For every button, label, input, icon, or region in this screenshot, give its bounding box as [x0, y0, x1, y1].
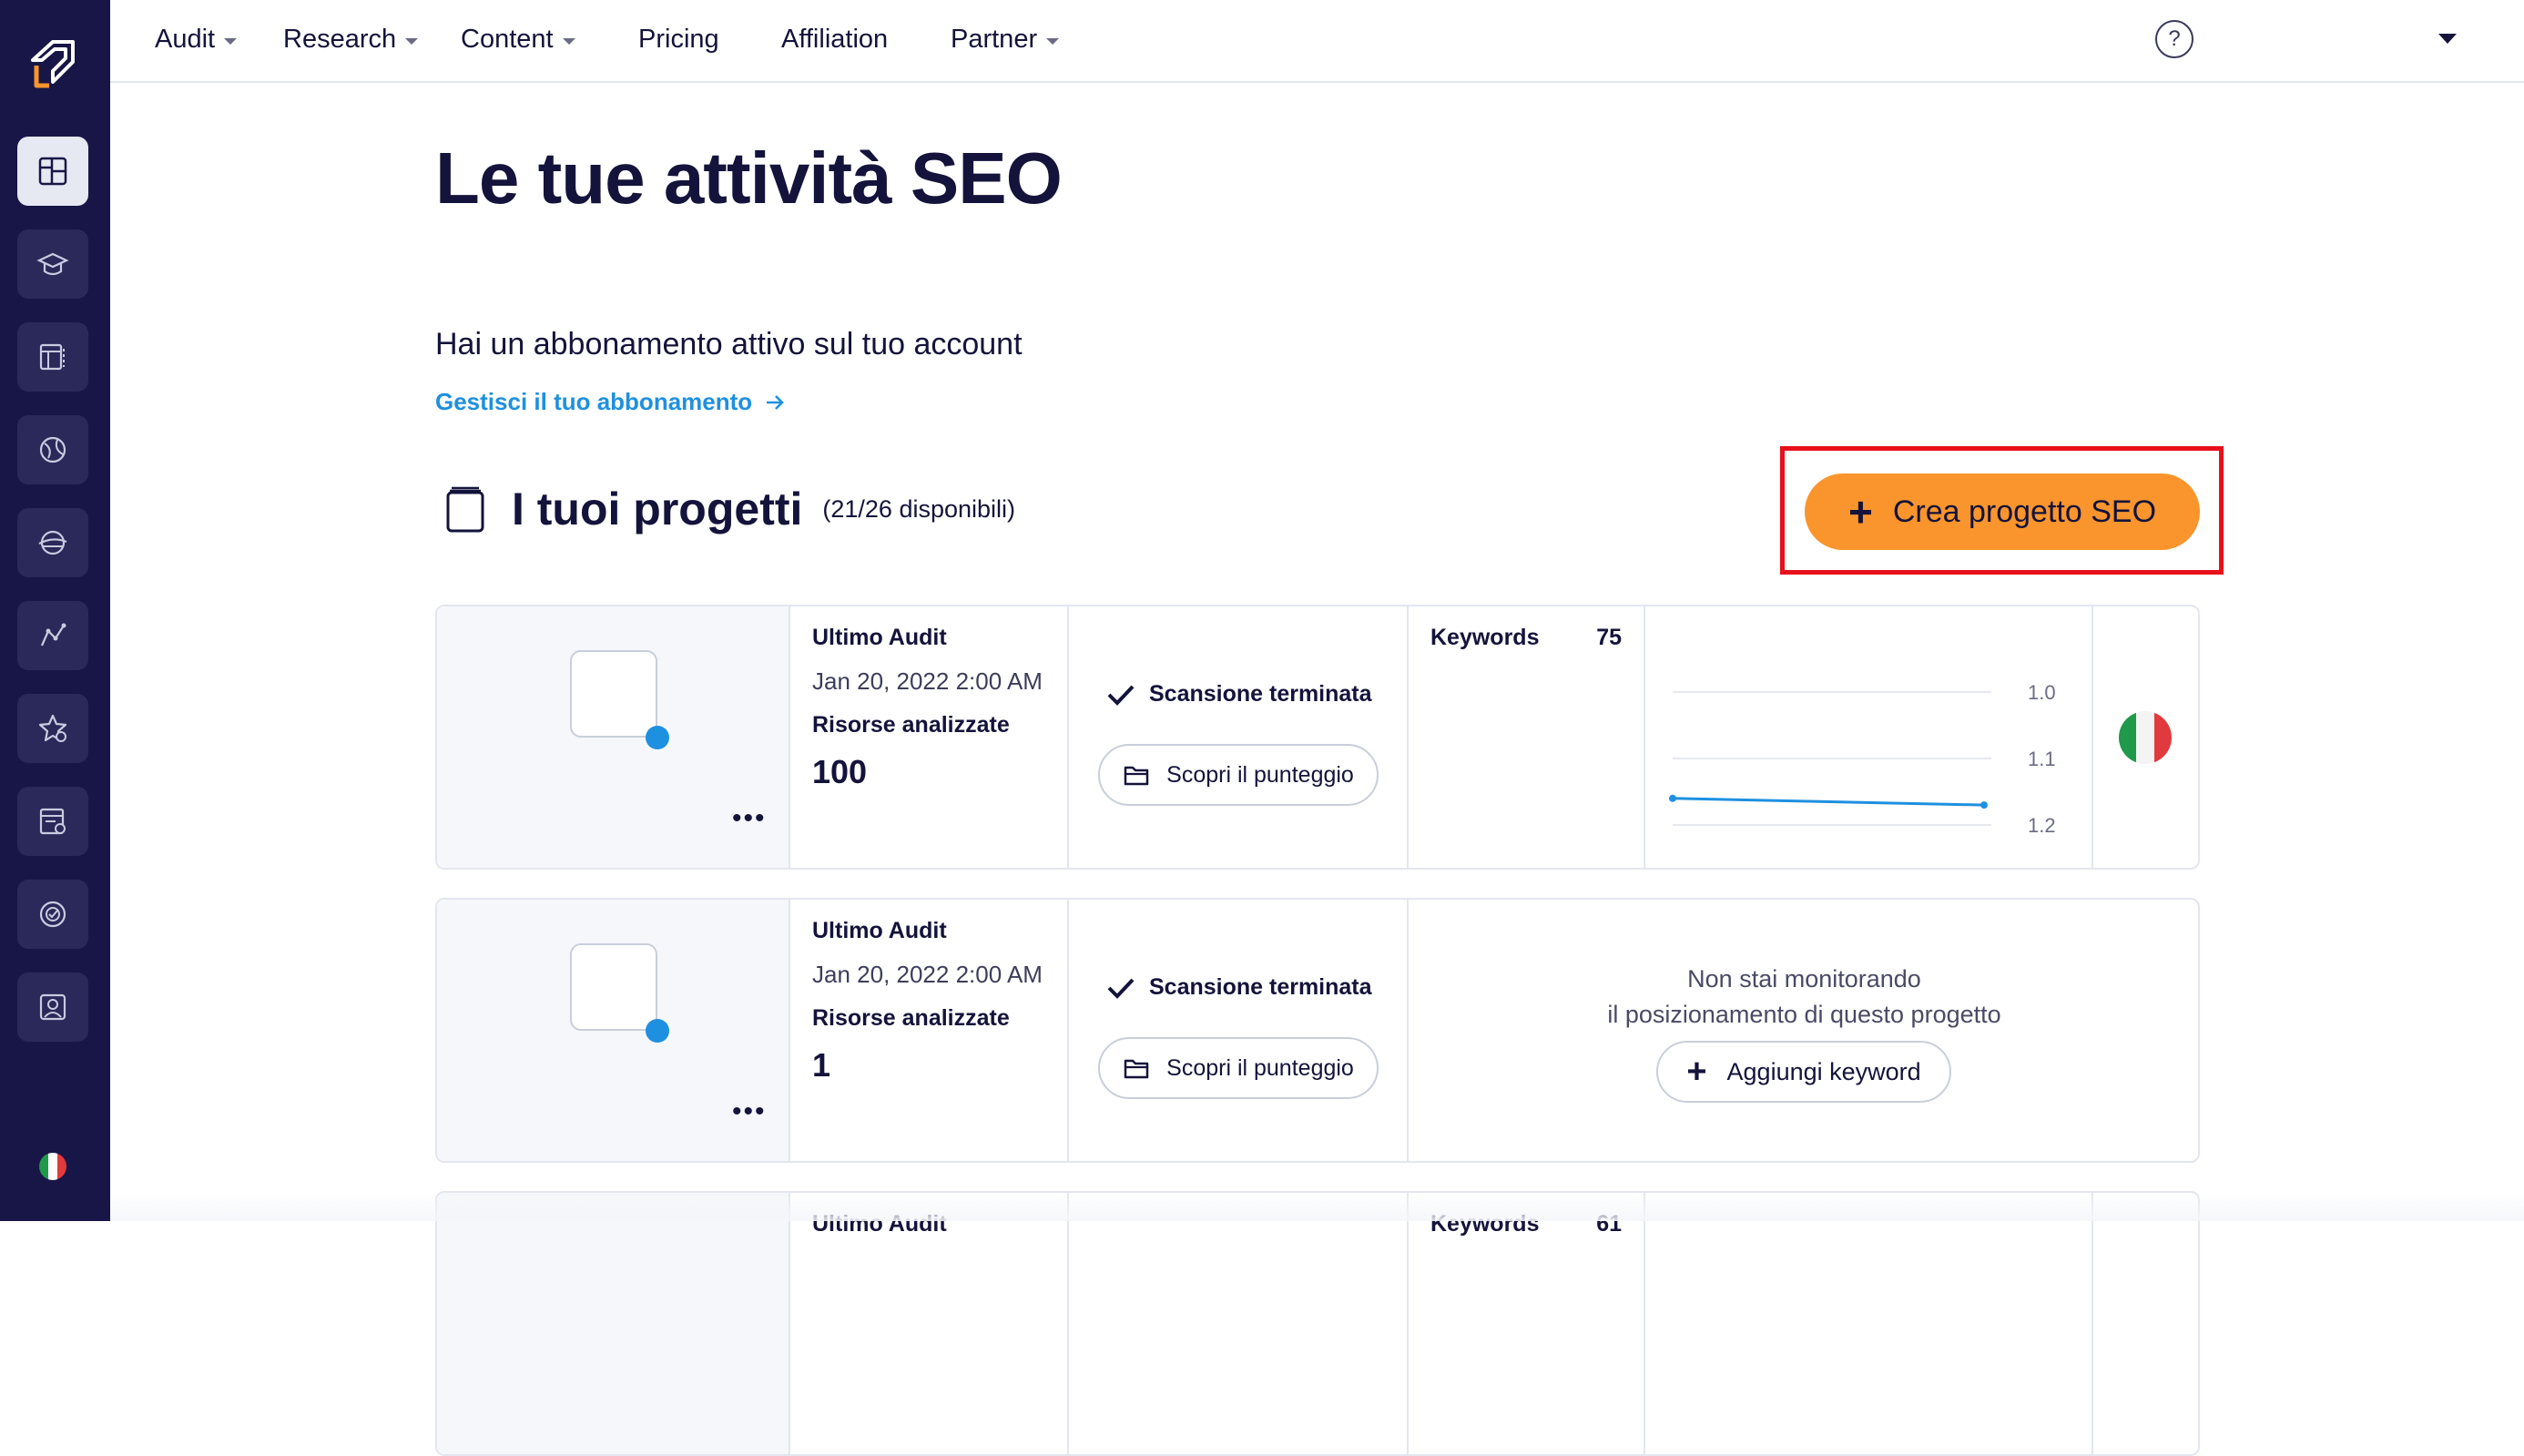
italian-flag-icon	[2119, 711, 2172, 764]
checkmark-icon	[1107, 685, 1135, 706]
audit-info-cell: Ultimo Audit	[790, 1193, 1069, 1454]
subscription-status-text: Hai un abbonamento attivo sul tuo accoun…	[435, 327, 1023, 361]
nav-research[interactable]: Research	[283, 25, 419, 55]
sidebar-education-icon[interactable]	[17, 229, 88, 299]
projects-header: I tuoi progetti (21/26 disponibili)	[443, 483, 1015, 535]
ranking-chart	[1645, 1193, 2093, 1454]
sidebar	[0, 0, 110, 1221]
chevron-down-icon	[405, 37, 419, 45]
folder-icon	[1124, 766, 1149, 786]
chart-y-tick-label: 1.2	[2028, 814, 2056, 837]
project-thumbnail-cell[interactable]: •••	[437, 606, 790, 868]
discover-score-button[interactable]: Scopri il punteggio	[1098, 1037, 1379, 1099]
nav-affiliation[interactable]: Affiliation	[781, 25, 888, 55]
chart-y-tick-label: 1.0	[2028, 681, 2056, 704]
audit-info-cell: Ultimo Audit Jan 20, 2022 2:00 AM Risors…	[790, 900, 1069, 1161]
chart-point	[1669, 794, 1676, 802]
ranking-line	[1672, 797, 1985, 807]
create-seo-project-button[interactable]: + Crea progetto SEO	[1805, 473, 2200, 550]
no-monitoring-message: Non stai monitorando il posizionamento d…	[1607, 965, 2001, 1028]
project-thumbnail-cell[interactable]	[437, 1193, 790, 1454]
chart-point	[1980, 801, 1988, 809]
italian-flag-icon[interactable]	[39, 1153, 66, 1180]
more-options-icon[interactable]: •••	[732, 805, 767, 832]
sidebar-content-planet-icon[interactable]	[17, 508, 88, 577]
nav-partner[interactable]: Partner	[951, 25, 1060, 55]
nav-audit[interactable]: Audit	[155, 25, 238, 55]
user-menu-chevron-icon[interactable]	[2438, 34, 2457, 44]
sidebar-audit-table-icon[interactable]	[17, 322, 88, 392]
audit-date: Jan 20, 2022 2:00 AM	[812, 667, 1043, 695]
sidebar-favorite-star-icon[interactable]	[17, 694, 88, 763]
projects-title: I tuoi progetti	[512, 484, 803, 535]
keywords-count: 75	[1596, 625, 1622, 650]
projects-stack-icon	[446, 486, 484, 533]
country-cell	[2093, 606, 2200, 868]
audit-date: Jan 20, 2022 2:00 AM	[812, 961, 1043, 988]
page-title: Le tue attività SEO	[435, 137, 1063, 219]
chevron-down-icon	[1046, 37, 1060, 45]
sidebar-profile-icon[interactable]	[17, 972, 88, 1042]
folder-icon	[1124, 1059, 1149, 1079]
chevron-down-icon	[562, 37, 575, 45]
add-keyword-button[interactable]: + Aggiungi keyword	[1656, 1041, 1951, 1103]
project-thumbnail	[570, 943, 657, 1031]
status-dot	[646, 726, 669, 749]
sidebar-research-globe-icon[interactable]	[17, 415, 88, 484]
plus-icon: +	[1847, 488, 1873, 535]
ranking-chart: 1.0 1.1 1.2	[1645, 606, 2093, 868]
chart-y-tick-label: 1.1	[2028, 748, 2056, 770]
plus-icon: +	[1686, 1053, 1707, 1091]
country-cell	[2093, 1193, 2200, 1454]
nav-pricing[interactable]: Pricing	[638, 25, 719, 55]
sidebar-reports-icon[interactable]	[17, 787, 88, 856]
checkmark-icon	[1107, 978, 1135, 999]
no-monitoring-cell: Non stai monitorando il posizionamento d…	[1409, 900, 2200, 1161]
scan-cell	[1069, 1193, 1409, 1454]
resources-count: 1	[812, 1046, 831, 1084]
chevron-down-icon	[224, 37, 238, 45]
project-card: ••• Ultimo Audit Jan 20, 2022 2:00 AM Ri…	[435, 898, 2200, 1163]
status-dot	[646, 1019, 669, 1043]
app-logo-icon[interactable]	[25, 35, 80, 93]
scroll-fade	[110, 1193, 2524, 1221]
project-card: Ultimo Audit Keywords 61	[435, 1191, 2200, 1456]
scan-status: Scansione terminata	[1105, 681, 1372, 708]
keywords-cell: Keywords 75	[1409, 606, 1645, 868]
scan-cell: Scansione terminata Scopri il punteggio	[1069, 606, 1409, 868]
manage-subscription-link[interactable]: Gestisci il tuo abbonamento	[435, 388, 785, 416]
project-card: ••• Ultimo Audit Jan 20, 2022 2:00 AM Ri…	[435, 605, 2200, 870]
project-thumbnail	[570, 650, 657, 738]
resources-count: 100	[812, 753, 868, 790]
sidebar-dashboard-icon[interactable]	[17, 137, 88, 206]
sidebar-monitoring-target-icon[interactable]	[17, 880, 88, 949]
scan-cell: Scansione terminata Scopri il punteggio	[1069, 900, 1409, 1161]
project-thumbnail-cell[interactable]: •••	[437, 900, 790, 1161]
arrow-right-icon	[767, 394, 784, 410]
sidebar-analytics-graph-icon[interactable]	[17, 601, 88, 670]
discover-score-button[interactable]: Scopri il punteggio	[1098, 744, 1379, 806]
scan-status: Scansione terminata	[1105, 974, 1372, 1001]
keywords-cell: Keywords 61	[1409, 1193, 1645, 1454]
nav-content[interactable]: Content	[461, 25, 575, 55]
help-icon[interactable]: ?	[2155, 20, 2193, 58]
keywords-count: 61	[1596, 1211, 1622, 1237]
top-navigation: Audit Research Content Pricing Affiliati…	[110, 0, 2524, 83]
projects-count: (21/26 disponibili)	[822, 494, 1016, 523]
more-options-icon[interactable]: •••	[732, 1098, 767, 1125]
audit-info-cell: Ultimo Audit Jan 20, 2022 2:00 AM Risors…	[790, 606, 1069, 868]
